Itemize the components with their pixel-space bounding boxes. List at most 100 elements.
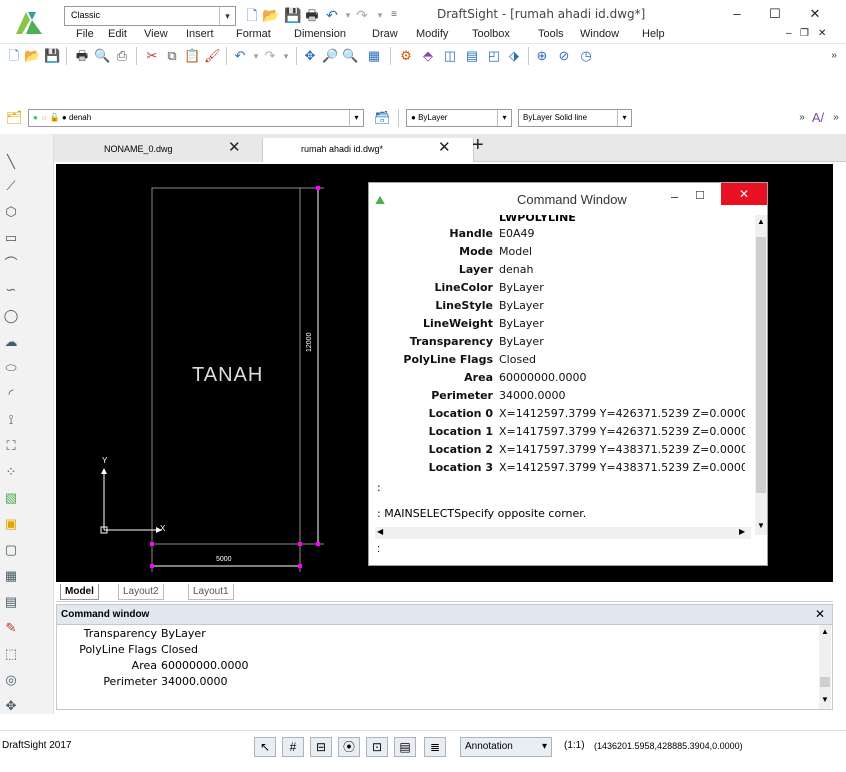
scroll-up-icon[interactable]: ▲ xyxy=(757,217,765,226)
new-icon[interactable]: 🗋 xyxy=(6,48,22,64)
command-window-titlebar[interactable]: ⛰ Command Window – ☐ ✕ xyxy=(369,183,767,215)
maximize-button[interactable]: ☐ xyxy=(695,189,705,202)
eraser-icon[interactable]: ⬘ xyxy=(420,48,436,64)
multiline-text-icon[interactable]: ▤ xyxy=(3,594,19,610)
elliptical-arc-icon[interactable]: ◜ xyxy=(3,386,19,402)
gradient-icon[interactable]: ▣ xyxy=(3,516,19,532)
redo-icon[interactable]: ↷ xyxy=(354,7,370,23)
grip-point[interactable] xyxy=(298,564,302,568)
polar-toggle-icon[interactable]: ⦿ xyxy=(338,737,360,757)
scroll-down-icon[interactable]: ▼ xyxy=(821,695,829,704)
grid-toggle-icon[interactable]: # xyxy=(282,737,304,757)
undo-icon[interactable]: ↶ xyxy=(324,7,340,23)
doc-minimize-button[interactable]: – xyxy=(786,28,792,39)
menu-format[interactable]: Format xyxy=(236,28,271,40)
cursor-coordinates[interactable]: (1436201.5958,428885.3904,0.0000) xyxy=(594,741,743,751)
layer-manager-icon[interactable]: 🗂 xyxy=(6,110,23,126)
command-window-history[interactable]: Transparency ByLayer PolyLine Flags Closed… xyxy=(57,625,817,709)
match-properties-icon[interactable]: 🖌 xyxy=(204,48,221,64)
menu-help[interactable]: Help xyxy=(642,28,665,40)
revision-cloud-icon[interactable]: ☁ xyxy=(3,334,19,350)
spline-icon[interactable]: ∽ xyxy=(3,282,19,298)
reference-manager-icon[interactable]: ⬗ xyxy=(506,48,522,64)
layer-previous-icon[interactable]: 🗃 xyxy=(374,110,391,126)
maximize-button[interactable]: ☐ xyxy=(760,4,790,24)
menu-tools[interactable]: Tools xyxy=(538,28,564,40)
command-window-header[interactable]: Command window ✕ xyxy=(57,605,832,625)
note-icon[interactable]: ✎ xyxy=(3,620,19,636)
horizontal-scrollbar[interactable]: ◀ ▶ xyxy=(375,527,751,539)
menu-view[interactable]: View xyxy=(144,28,168,40)
grip-point[interactable] xyxy=(316,186,320,190)
menu-modify[interactable]: Modify xyxy=(416,28,448,40)
zoom-realtime-icon[interactable]: 🔎 xyxy=(322,48,338,64)
scroll-right-icon[interactable]: ▶ xyxy=(739,527,745,536)
esnap-toggle-icon[interactable]: ⊡ xyxy=(366,737,388,757)
print-preview-icon[interactable]: 🔍 xyxy=(94,48,110,64)
menu-dimension[interactable]: Dimension xyxy=(294,28,346,40)
linestyle-dropdown[interactable]: ByLayer Solid line ▾ xyxy=(518,109,632,127)
scrollbar-thumb[interactable] xyxy=(820,677,830,687)
toolbar-overflow-icon[interactable]: » xyxy=(826,48,842,64)
arc-icon[interactable]: ⌒ xyxy=(3,256,19,272)
dimension-text-vertical[interactable]: 12000 xyxy=(306,333,313,352)
scrollbar-thumb[interactable] xyxy=(756,237,766,493)
zoom-previous-icon[interactable]: 🔍 xyxy=(342,48,358,64)
doc-close-button[interactable]: ✕ xyxy=(818,28,826,39)
properties-icon[interactable]: ▦ xyxy=(366,48,382,64)
scroll-left-icon[interactable]: ◀ xyxy=(377,527,383,536)
new-file-icon[interactable]: 🗋 xyxy=(244,7,260,23)
publish-icon[interactable]: ⎙ xyxy=(114,48,130,64)
paste-icon[interactable]: 📋 xyxy=(184,48,200,64)
line-icon[interactable]: ╲ xyxy=(3,154,19,170)
menu-file[interactable]: File xyxy=(76,28,94,40)
grip-point[interactable] xyxy=(150,542,154,546)
make-block-icon[interactable]: ⛶ xyxy=(3,438,19,454)
annotation-dropdown[interactable]: Annotation ▾ xyxy=(460,737,552,757)
infinite-line-icon[interactable]: ⟋ xyxy=(3,178,19,194)
grip-point[interactable] xyxy=(298,542,302,546)
grip-point[interactable] xyxy=(150,564,154,568)
redo-dropdown-icon[interactable]: ▾ xyxy=(278,48,294,64)
close-icon[interactable]: ✕ xyxy=(438,139,451,157)
layer-manager-icon[interactable]: ◰ xyxy=(486,48,502,64)
toolbar-overflow-icon[interactable]: » xyxy=(828,110,844,126)
grip-point[interactable] xyxy=(316,542,320,546)
pan-icon[interactable]: ✥ xyxy=(302,48,318,64)
polygon-icon[interactable]: ⬡ xyxy=(3,204,19,220)
block-insert-icon[interactable]: ⟟ xyxy=(3,412,19,428)
save-icon[interactable]: 💾 xyxy=(284,7,301,23)
minimize-button[interactable]: – xyxy=(722,4,752,24)
close-button[interactable]: ✕ xyxy=(721,183,767,205)
doc-restore-button[interactable]: ❐ xyxy=(800,28,809,39)
drawing-label-tanah[interactable]: TANAH xyxy=(192,364,263,387)
print-icon[interactable]: 🖶 xyxy=(74,48,90,64)
snap-icon[interactable]: ⊕ xyxy=(534,48,550,64)
region-icon[interactable]: ▢ xyxy=(3,542,19,558)
layer-dropdown[interactable]: ● ☼ 🔓 ● denah ▾ xyxy=(28,109,364,127)
command-window-output[interactable]: LWPOLYLINE Handle E0A49 Mode Model Layer de… xyxy=(375,215,745,501)
rectangle-icon[interactable]: ▭ xyxy=(3,230,19,246)
cut-icon[interactable]: ✂ xyxy=(144,48,160,64)
new-tab-icon[interactable]: + xyxy=(472,135,484,155)
workspace-dropdown[interactable]: Classic ▾ xyxy=(64,6,236,26)
circle-icon[interactable]: ◯ xyxy=(3,308,19,324)
command-input[interactable]: : xyxy=(377,543,380,555)
dimension-text-horizontal[interactable]: 5000 xyxy=(216,556,232,563)
no-icon[interactable]: ⊘ xyxy=(556,48,572,64)
toolbar-overflow-icon[interactable]: » xyxy=(794,110,810,126)
annulus-icon[interactable]: ◎ xyxy=(3,672,19,688)
mark-center-icon[interactable]: ✥ xyxy=(3,698,19,714)
redo-icon[interactable]: ↷ xyxy=(262,48,278,64)
table-icon[interactable]: ▦ xyxy=(3,568,19,584)
design-resources-icon[interactable]: ▤ xyxy=(464,48,480,64)
close-icon[interactable]: ✕ xyxy=(228,139,241,157)
tab-layout2[interactable]: Layout2 xyxy=(118,584,164,600)
menu-window[interactable]: Window xyxy=(580,28,619,40)
customize-quick-access-icon[interactable]: ≡ xyxy=(386,7,402,23)
open-icon[interactable]: 📂 xyxy=(24,48,40,64)
scroll-up-icon[interactable]: ▲ xyxy=(821,627,829,636)
tab-layout1[interactable]: Layout1 xyxy=(188,584,234,600)
ellipse-icon[interactable]: ⬭ xyxy=(3,360,19,376)
ortho-toggle-icon[interactable]: ⊟ xyxy=(310,737,332,757)
